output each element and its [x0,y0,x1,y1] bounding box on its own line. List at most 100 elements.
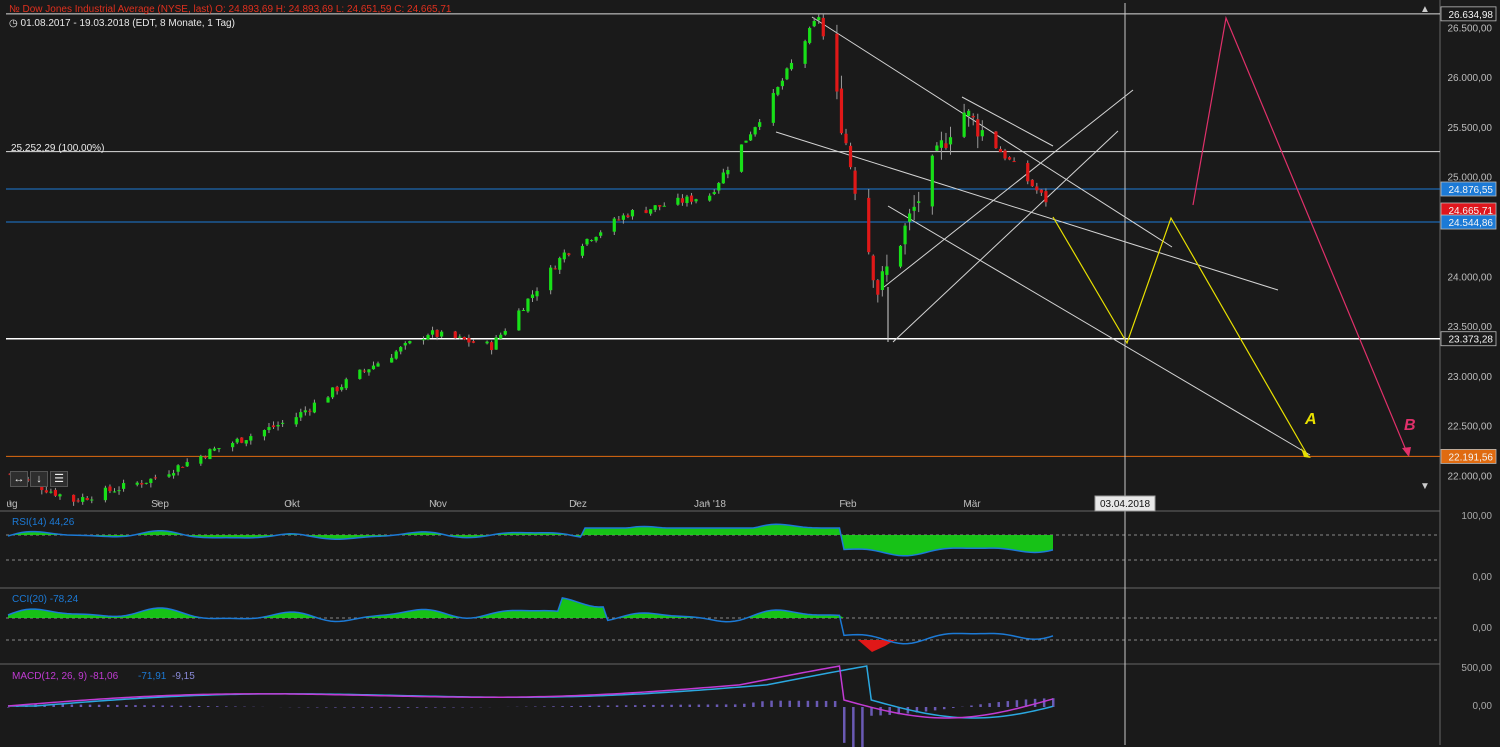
macd-histogram-bar [661,704,664,707]
candle-body [167,474,171,477]
candle-body [176,465,180,472]
macd-tick: 0,00 [1473,701,1493,712]
candle-body [299,412,303,418]
candle-body [567,253,571,255]
macd-histogram-bar [879,707,882,716]
candle-body [676,197,680,205]
download-icon[interactable]: ↓ [30,471,48,487]
scroll-down-icon[interactable]: ▼ [1417,481,1433,493]
macd-histogram-bar [561,706,564,707]
macd-histogram-bar [806,700,810,707]
candle-body [903,225,907,245]
macd-histogram-bar [606,705,610,707]
chart-stage[interactable]: 26.500,0026.000,0025.500,0025.000,0024.0… [0,0,1500,747]
candle-body [549,267,553,291]
candle-body [521,309,526,311]
candle-body [358,369,362,379]
macd-histogram-bar [79,704,83,707]
candle-body [867,197,871,253]
candle-body [662,205,666,207]
candle-body [171,473,176,476]
macd-histogram-bar [833,701,837,707]
candle-body [653,205,657,210]
instrument-line: Dow Jones Industrial Average (NYSE, last… [22,4,452,15]
macd-histogram-bar [942,707,946,710]
candle-body [267,427,271,431]
macd-histogram-bar [643,705,646,707]
candle-body [1039,189,1043,193]
expand-horizontal-icon[interactable]: ↔ [10,471,28,487]
candle-body [1044,191,1048,203]
candle-body [121,483,126,489]
candle-body [948,137,953,145]
candle-body [617,219,621,221]
macd-histogram-bar [670,704,673,707]
candle-body [817,17,821,21]
macd-histogram-bar [361,707,364,708]
month-label: Okt [284,499,300,510]
candle-body [249,436,253,441]
candle-body [726,170,730,175]
macd-histogram-bar [688,704,692,707]
macd-histogram-bar [70,704,74,707]
price-badge-value: 22.191,56 [1449,452,1494,463]
candle-body [944,143,948,148]
macd-histogram-bar [88,704,92,707]
macd-histogram-bar [1006,701,1010,707]
macd-histogram-bar [988,703,991,707]
candle-body [649,209,653,214]
candle-body [939,140,944,148]
macd-histogram-bar [979,704,982,707]
menu-icon[interactable]: ☰ [50,471,68,487]
candle-body [758,122,762,127]
candle-body [294,417,298,425]
candle-body [330,387,335,398]
candle-body [490,342,494,351]
macd-histogram-bar [179,705,183,707]
macd-histogram-bar [7,707,10,708]
candle-body [585,238,589,245]
macd-histogram-bar [706,704,710,707]
macd-histogram-bar [161,705,164,707]
macd-histogram-bar [415,707,419,708]
candle-body [244,440,248,444]
candle-body [1026,163,1030,182]
macd-histogram-bar [824,700,828,707]
candle-body [535,291,539,297]
candle-body [744,140,748,143]
chart-background [0,0,1500,747]
price-badge-value: 24.876,55 [1449,185,1494,196]
macd-histogram-bar [216,706,219,707]
macd-histogram-bar [543,706,546,707]
scroll-up-icon[interactable]: ▲ [1417,4,1433,16]
candle-body [971,115,975,118]
rsi-tick: 0,00 [1473,572,1493,583]
candle-body [962,112,966,137]
candle-body [181,466,185,468]
macd-histogram-bar [425,707,428,708]
macd-histogram-bar [733,704,737,707]
candle-body [471,341,476,343]
fib-level-label: 25.252,29 (100.00%) [11,143,104,154]
candle-body [235,438,239,443]
macd-histogram-bar [343,707,346,708]
candle-body [394,351,398,359]
macd-histogram-bar [434,707,437,708]
price-tick: 26.500,00 [1448,23,1493,34]
candle-body [231,443,235,448]
cci-tick: 0,00 [1473,623,1493,634]
candle-body [967,110,971,117]
month-label: Dez [569,499,587,510]
candle-body [917,201,921,203]
candle-body [876,280,880,295]
macd-histogram-bar [370,707,373,708]
macd-hist-value: -9,15 [172,671,195,682]
macd-histogram-bar [125,705,128,707]
candle-body [885,266,889,275]
candle-body [717,183,721,191]
macd-signal: -71,91 [138,671,167,682]
candle-body [81,497,85,502]
macd-histogram-bar [406,707,410,708]
price-tick: 23.000,00 [1448,372,1493,383]
instrument-header: № Dow Jones Industrial Average (NYSE, la… [9,4,452,15]
